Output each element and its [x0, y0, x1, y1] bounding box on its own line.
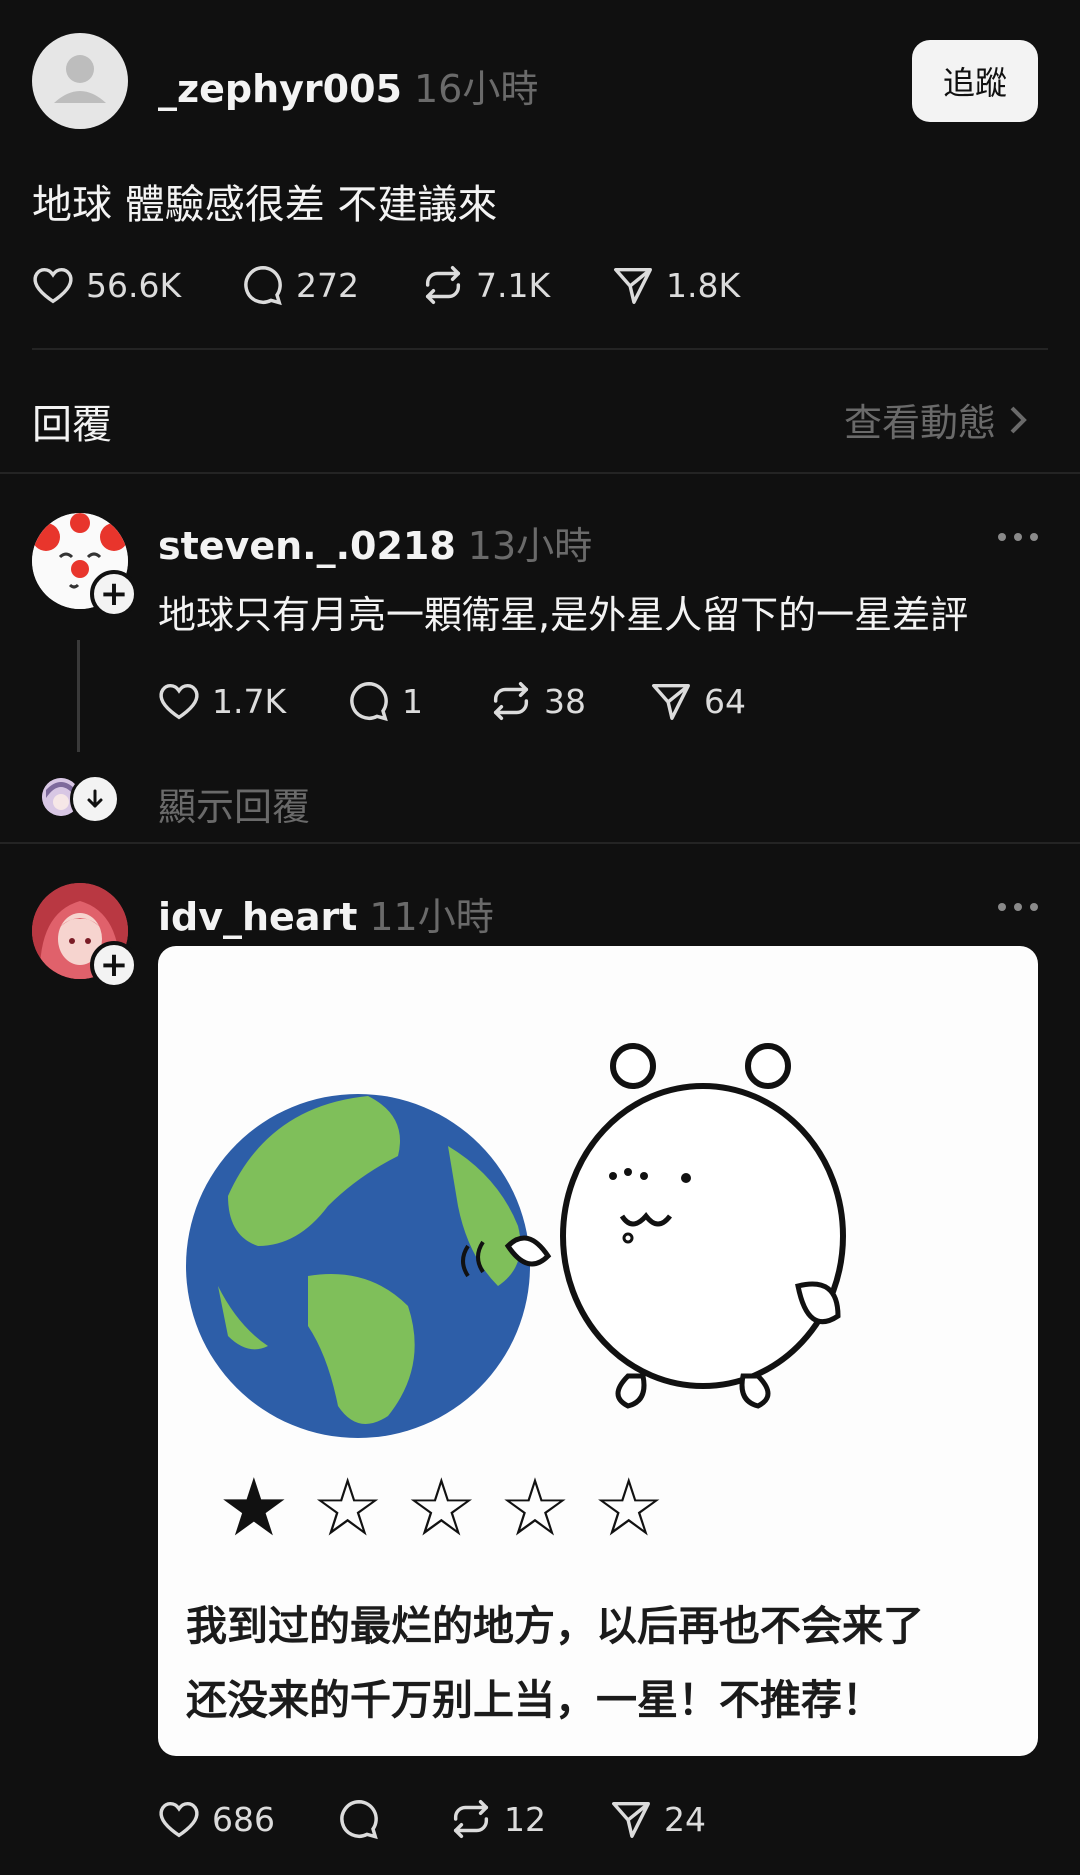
reply1-share-button[interactable]: 64 — [648, 678, 746, 724]
divider — [32, 348, 1048, 350]
share-button[interactable]: 1.8K — [610, 262, 740, 308]
reply2-header: idv_heart 11小時 — [158, 886, 494, 941]
reply1-follow-plus[interactable]: + — [90, 570, 138, 618]
reply1-header: steven._.0218 13小時 — [158, 515, 592, 570]
view-activity-label: 查看動態 — [844, 401, 997, 445]
divider — [0, 842, 1080, 844]
plus-icon: + — [99, 574, 129, 614]
repost-icon — [425, 266, 461, 304]
view-activity-link[interactable]: 查看動態 — [844, 392, 1030, 447]
reply2-time: 11小時 — [369, 895, 494, 939]
follow-button[interactable]: 追蹤 — [912, 40, 1038, 122]
reply2-repost-count: 12 — [504, 1799, 546, 1839]
show-replies-link[interactable]: 顯示回覆 — [158, 776, 310, 831]
reply1-comment-button[interactable]: 1 — [346, 678, 423, 724]
reply2-follow-plus[interactable]: + — [90, 941, 138, 989]
post-text: 地球 體驗感很差 不建議來 — [32, 182, 498, 228]
heart-icon — [159, 1801, 199, 1838]
repost-icon — [453, 1800, 489, 1838]
reply2-more-button[interactable] — [998, 903, 1038, 911]
star-empty-icon: ☆ — [405, 1461, 478, 1554]
arrow-down-icon — [87, 789, 103, 808]
reply1-like-count: 1.7K — [212, 681, 287, 721]
author-avatar[interactable] — [32, 33, 128, 129]
plus-icon: + — [99, 945, 129, 985]
comment-icon — [340, 1800, 378, 1840]
replies-heading: 回覆 — [32, 402, 112, 448]
share-count: 1.8K — [666, 265, 741, 305]
person-icon — [54, 55, 106, 103]
share-icon — [652, 683, 690, 720]
share-icon — [614, 267, 652, 304]
heart-icon — [33, 267, 73, 304]
reply1-more-button[interactable] — [998, 533, 1038, 541]
comment-icon — [244, 266, 282, 306]
chevron-right-icon — [1010, 406, 1027, 433]
share-icon — [612, 1801, 650, 1838]
reply2-like-button[interactable]: 686 — [156, 1796, 275, 1842]
reply2-share-count: 24 — [664, 1799, 706, 1839]
show-replies-arrow[interactable] — [70, 774, 120, 824]
reply1-time: 13小時 — [467, 524, 593, 568]
repost-icon — [493, 682, 529, 720]
meme-caption-line-2: 还没来的千万别上当，一星！不推荐！ — [186, 1676, 883, 1724]
comment-icon — [350, 682, 388, 722]
reply2-like-count: 686 — [212, 1799, 275, 1839]
reply2-username[interactable]: idv_heart — [158, 895, 357, 939]
reply1-repost-count: 38 — [544, 681, 586, 721]
repost-count: 7.1K — [476, 265, 551, 305]
star-empty-icon: ☆ — [499, 1461, 571, 1554]
author-username[interactable]: _zephyr005 — [158, 67, 402, 111]
reply1-text: 地球只有月亮一顆衛星,是外星人留下的一星差評 — [158, 593, 969, 637]
reply2-repost-button[interactable]: 12 — [448, 1796, 546, 1842]
reply2-comment-button[interactable] — [336, 1796, 382, 1842]
reply2-share-button[interactable]: 24 — [608, 1796, 706, 1842]
comment-button[interactable]: 272 — [240, 262, 359, 308]
comment-count: 272 — [296, 265, 359, 305]
star-filled-icon: ★ — [218, 1461, 290, 1554]
repost-button[interactable]: 7.1K — [420, 262, 550, 308]
thread-line — [77, 640, 80, 752]
heart-icon — [159, 683, 199, 720]
star-empty-icon: ☆ — [311, 1461, 384, 1554]
reply1-like-button[interactable]: 1.7K — [156, 678, 286, 724]
like-count: 56.6K — [86, 265, 182, 305]
like-button[interactable]: 56.6K — [30, 262, 181, 308]
post-header: _zephyr005 16小時 — [158, 58, 538, 113]
reply1-repost-button[interactable]: 38 — [488, 678, 586, 724]
reply1-share-count: 64 — [704, 681, 746, 721]
post-time: 16小時 — [413, 67, 539, 111]
follow-label: 追蹤 — [942, 64, 1007, 102]
divider — [0, 472, 1080, 474]
star-rating: ★ ☆ ☆ ☆ ☆ — [218, 1468, 665, 1548]
reply1-comment-count: 1 — [402, 681, 423, 721]
star-empty-icon: ☆ — [592, 1461, 665, 1554]
reply2-image[interactable]: ★ ☆ ☆ ☆ ☆ 我到过的最烂的地方，以后再也不会来了 还没来的千万别上当，一… — [158, 946, 1038, 1756]
meme-caption-line-1: 我到过的最烂的地方，以后再也不会来了 — [186, 1602, 924, 1650]
reply1-username[interactable]: steven._.0218 — [158, 524, 456, 568]
earth-illustration — [186, 1043, 846, 1438]
